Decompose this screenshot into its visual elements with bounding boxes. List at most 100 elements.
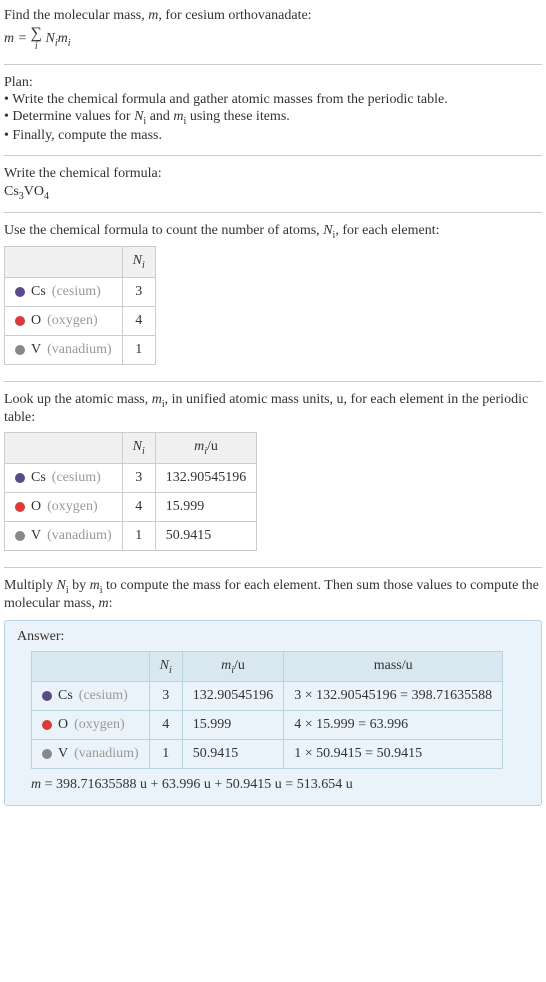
- table-row: Cs (cesium) 3 132.90545196 3 × 132.90545…: [32, 682, 503, 711]
- plan2-c: using these items.: [186, 109, 289, 124]
- element-name: (vanadium): [47, 528, 112, 544]
- col-ni: Ni: [122, 432, 155, 463]
- divider: [4, 381, 542, 382]
- answer-label: Answer:: [17, 629, 529, 645]
- table-header-row: Ni mi/u mass/u: [32, 651, 503, 682]
- cf-vo: VO: [24, 184, 44, 199]
- mult-m2: m: [98, 596, 108, 611]
- element-dot-icon: [15, 345, 25, 355]
- table-row: Cs (cesium) 3: [5, 278, 156, 307]
- col-mass: mass/u: [284, 651, 503, 682]
- cf-o-n: 4: [44, 191, 49, 202]
- count-h-n: N: [323, 223, 332, 238]
- element-cell: V (vanadium): [5, 521, 123, 550]
- sigma-symbol: ∑: [31, 25, 42, 42]
- intro-var-m: m: [148, 8, 158, 23]
- mult-d: :: [109, 596, 113, 611]
- plan2-a: • Determine values for: [4, 109, 134, 124]
- col-element: [32, 651, 150, 682]
- element-cell: O (oxygen): [32, 711, 150, 740]
- n-value: 4: [122, 492, 155, 521]
- count-heading: Use the chemical formula to count the nu…: [4, 223, 542, 241]
- table-row: Cs (cesium) 3 132.90545196: [5, 463, 257, 492]
- element-name: (vanadium): [47, 342, 112, 358]
- element-cell: Cs (cesium): [5, 278, 123, 307]
- col-element: [5, 247, 123, 278]
- element-sym: Cs: [31, 284, 46, 300]
- n-value: 3: [149, 682, 182, 711]
- element-cell: Cs (cesium): [32, 682, 150, 711]
- table-row: V (vanadium) 1 50.9415: [5, 521, 257, 550]
- table-header-row: Ni: [5, 247, 156, 278]
- plan-step-3: • Finally, compute the mass.: [4, 128, 542, 144]
- eq-m-sub: i: [68, 38, 71, 49]
- element-dot-icon: [15, 473, 25, 483]
- mult-n: N: [57, 578, 66, 593]
- element-cell: V (vanadium): [32, 740, 150, 769]
- divider: [4, 64, 542, 65]
- table-row: V (vanadium) 1 50.9415 1 × 50.9415 = 50.…: [32, 740, 503, 769]
- intro-suffix: , for cesium orthovanadate:: [158, 8, 311, 23]
- col-mi: mi/u: [182, 651, 284, 682]
- intro-prefix: Find the molecular mass,: [4, 8, 148, 23]
- element-name: (oxygen): [74, 717, 125, 733]
- element-name: (vanadium): [74, 746, 139, 762]
- eq-equals: =: [14, 31, 30, 46]
- eq-lhs: m: [4, 31, 14, 46]
- element-name: (cesium): [79, 688, 128, 704]
- plan-heading: Plan:: [4, 75, 542, 91]
- table-row: O (oxygen) 4 15.999 4 × 15.999 = 63.996: [32, 711, 503, 740]
- cf-cs: Cs: [4, 184, 19, 199]
- col-mi: mi/u: [155, 432, 257, 463]
- answer-box: Answer: Ni mi/u mass/u Cs (cesium) 3 132…: [4, 620, 542, 807]
- element-name: (cesium): [52, 470, 101, 486]
- divider: [4, 155, 542, 156]
- mass-calc: 1 × 50.9415 = 50.9415: [284, 740, 503, 769]
- element-sym: Cs: [58, 688, 73, 704]
- mult-a: Multiply: [4, 578, 57, 593]
- m-value: 132.90545196: [182, 682, 284, 711]
- count-h-b: , for each element:: [335, 223, 439, 238]
- count-value: 1: [122, 336, 155, 365]
- mass-h-m: m: [152, 392, 162, 407]
- plan-step-1: • Write the chemical formula and gather …: [4, 92, 542, 108]
- element-cell: V (vanadium): [5, 336, 123, 365]
- mass-calc: 3 × 132.90545196 = 398.71635588: [284, 682, 503, 711]
- element-dot-icon: [15, 531, 25, 541]
- count-value: 4: [122, 307, 155, 336]
- element-sym: V: [58, 746, 68, 762]
- element-dot-icon: [15, 316, 25, 326]
- multiply-section: Multiply Ni by mi to compute the mass fo…: [4, 574, 542, 616]
- n-value: 1: [122, 521, 155, 550]
- mass-formula: m = ∑i Nimi: [4, 26, 542, 52]
- element-sym: V: [31, 342, 41, 358]
- element-name: (cesium): [52, 284, 101, 300]
- element-dot-icon: [15, 287, 25, 297]
- final-equation: m = 398.71635588 u + 63.996 u + 50.9415 …: [31, 777, 529, 793]
- element-sym: V: [31, 528, 41, 544]
- plan2-b: and: [146, 109, 173, 124]
- col-ni: Ni: [122, 247, 155, 278]
- table-row: O (oxygen) 4 15.999: [5, 492, 257, 521]
- formula-heading: Write the chemical formula:: [4, 166, 542, 182]
- answer-table: Ni mi/u mass/u Cs (cesium) 3 132.9054519…: [31, 651, 503, 770]
- col-ni: Ni: [149, 651, 182, 682]
- chemical-formula-section: Write the chemical formula: Cs3VO4: [4, 162, 542, 206]
- count-table: Ni Cs (cesium) 3 O (oxygen) 4 V (vanadiu…: [4, 246, 156, 365]
- m-value: 15.999: [182, 711, 284, 740]
- plan-step-2: • Determine values for Ni and mi using t…: [4, 109, 542, 127]
- element-cell: O (oxygen): [5, 492, 123, 521]
- divider: [4, 212, 542, 213]
- mult-m: m: [90, 578, 100, 593]
- element-sym: O: [31, 499, 41, 515]
- intro-section: Find the molecular mass, m, for cesium o…: [4, 4, 542, 58]
- mass-h-a: Look up the atomic mass,: [4, 392, 152, 407]
- final-m: m: [31, 777, 41, 792]
- plan-section: Plan: • Write the chemical formula and g…: [4, 71, 542, 149]
- element-sym: O: [31, 313, 41, 329]
- element-dot-icon: [42, 749, 52, 759]
- count-section: Use the chemical formula to count the nu…: [4, 219, 542, 376]
- table-row: O (oxygen) 4: [5, 307, 156, 336]
- m-value: 50.9415: [182, 740, 284, 769]
- element-sym: O: [58, 717, 68, 733]
